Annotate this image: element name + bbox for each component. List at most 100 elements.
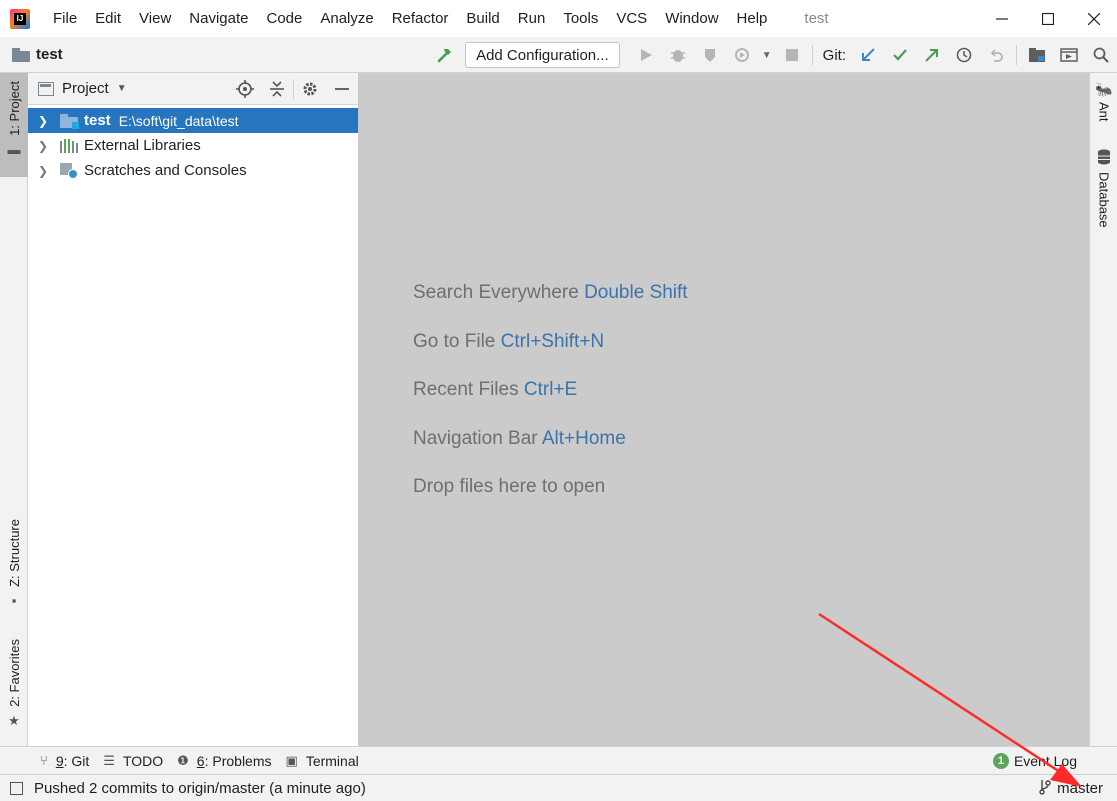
toolbar-actions: Add Configuration... ▼ Git:: [429, 37, 1117, 73]
problems-info-icon: ❶: [177, 752, 189, 768]
tab-structure[interactable]: Z: Structure ▪: [0, 519, 28, 629]
database-icon: [1097, 149, 1111, 168]
maximize-button[interactable]: [1025, 0, 1071, 37]
tool-window-todo-label: TODO: [122, 752, 164, 769]
tree-item-name: External Libraries: [84, 137, 201, 154]
menu-analyze[interactable]: Analyze: [311, 0, 382, 37]
main-menu: File Edit View Navigate Code Analyze Ref…: [44, 0, 776, 37]
hint-shortcut: Ctrl+Shift+N: [500, 330, 605, 352]
minimize-button[interactable]: [979, 0, 1025, 37]
folder-icon: ▬: [7, 141, 21, 157]
git-branch-icon: [1039, 779, 1051, 798]
tree-item-name: test: [84, 112, 111, 129]
debug-icon[interactable]: [662, 37, 694, 73]
menu-help[interactable]: Help: [728, 0, 777, 37]
hint-shortcut: Alt+Home: [541, 427, 626, 449]
collapse-all-icon[interactable]: [261, 73, 293, 105]
minimize-icon: [996, 17, 1008, 20]
locate-file-icon[interactable]: [229, 73, 261, 105]
tool-window-problems-label: : Problems: [204, 752, 272, 769]
chevron-right-icon[interactable]: ❯: [36, 139, 50, 153]
tab-database-label: Database: [1096, 172, 1112, 228]
run-more-chevron-down-icon[interactable]: ▼: [758, 37, 776, 73]
intellij-logo-icon[interactable]: IJ: [10, 8, 30, 29]
git-push-icon[interactable]: [916, 37, 948, 73]
build-hammer-icon[interactable]: [429, 37, 461, 73]
add-configuration-button[interactable]: Add Configuration...: [465, 42, 620, 68]
project-panel: Project ▼ ❯ test E:\soft\git_data\test ❯…: [28, 73, 359, 746]
menu-file[interactable]: File: [44, 0, 86, 37]
structure-icon: ▪: [11, 592, 17, 608]
hint-shortcut: Double Shift: [584, 282, 688, 303]
folder-icon: [12, 47, 30, 62]
menu-edit[interactable]: Edit: [86, 0, 130, 37]
tab-project[interactable]: 1: Project ▬: [0, 73, 28, 177]
status-message[interactable]: Pushed 2 commits to origin/master (a min…: [34, 780, 366, 797]
gear-icon[interactable]: [294, 73, 326, 105]
breadcrumb[interactable]: test: [12, 46, 63, 63]
breadcrumb-project[interactable]: test: [36, 46, 63, 63]
right-tool-strip: 🐜 Ant Database: [1089, 73, 1117, 746]
title-bar: IJ File Edit View Navigate Code Analyze …: [0, 0, 1117, 37]
project-structure-icon[interactable]: [1021, 37, 1053, 73]
window-controls: [979, 0, 1117, 37]
run-anything-icon[interactable]: [1053, 37, 1085, 73]
menu-navigate[interactable]: Navigate: [180, 0, 257, 37]
hint-shortcut: Ctrl+E: [523, 379, 578, 400]
chevron-right-icon[interactable]: ❯: [36, 164, 50, 178]
todo-list-icon: ☰: [103, 752, 115, 768]
toolbar-separator: [1016, 45, 1017, 65]
git-history-clock-icon[interactable]: [948, 37, 980, 73]
tool-window-git-label: : Git: [63, 752, 90, 769]
tree-item-scratches[interactable]: ❯ Scratches and Consoles: [28, 158, 358, 183]
editor-empty-area[interactable]: Search Everywhere Double Shift Go to Fil…: [359, 73, 1089, 746]
menu-tools[interactable]: Tools: [554, 0, 607, 37]
menu-run[interactable]: Run: [509, 0, 555, 37]
run-with-coverage-icon[interactable]: [694, 37, 726, 73]
tool-window-git[interactable]: ⑂ 9: Git: [40, 753, 89, 769]
menu-code[interactable]: Code: [257, 0, 311, 37]
scratches-icon: [60, 162, 78, 179]
tree-item-project-root[interactable]: ❯ test E:\soft\git_data\test: [28, 108, 358, 133]
left-tool-strip: 1: Project ▬ Z: Structure ▪ 2: Favorites…: [0, 73, 28, 746]
tool-window-problems[interactable]: ❶ 6: Problems: [177, 753, 271, 769]
star-icon: ★: [8, 712, 20, 728]
search-icon[interactable]: [1085, 37, 1117, 73]
tree-item-name: Scratches and Consoles: [84, 162, 247, 179]
tool-window-event-log[interactable]: 1 Event Log: [992, 747, 1077, 775]
git-commit-check-icon[interactable]: [884, 37, 916, 73]
tab-ant[interactable]: 🐜 Ant: [1090, 81, 1117, 122]
git-rollback-icon[interactable]: [980, 37, 1012, 73]
chevron-right-icon[interactable]: ❯: [36, 114, 50, 128]
run-icon[interactable]: [630, 37, 662, 73]
tool-window-bar: ⑂ 9: Git ☰ TODO ❶ 6: Problems ▣ Terminal…: [0, 746, 1117, 774]
hint-search-everywhere: Search Everywhere Double Shift: [413, 282, 688, 303]
tool-window-terminal[interactable]: ▣ Terminal: [286, 753, 359, 769]
menu-refactor[interactable]: Refactor: [383, 0, 458, 37]
terminal-icon: ▣: [285, 752, 298, 768]
project-tree: ❯ test E:\soft\git_data\test ❯ External …: [28, 105, 358, 183]
git-update-project-icon[interactable]: [852, 37, 884, 73]
chevron-down-icon: ▼: [116, 83, 127, 94]
git-branch-widget[interactable]: master: [1039, 775, 1103, 801]
profile-icon[interactable]: [726, 37, 758, 73]
maximize-icon: [1042, 12, 1054, 25]
project-panel-header: Project ▼: [28, 73, 358, 105]
menu-vcs[interactable]: VCS: [607, 0, 656, 37]
tree-item-external-libraries[interactable]: ❯ External Libraries: [28, 133, 358, 158]
window-title: test: [804, 10, 829, 27]
tab-database[interactable]: Database: [1090, 149, 1117, 228]
menu-build[interactable]: Build: [457, 0, 508, 37]
status-bar: Pushed 2 commits to origin/master (a min…: [0, 774, 1117, 801]
stop-icon[interactable]: [776, 37, 808, 73]
tab-favorites[interactable]: 2: Favorites ★: [0, 639, 28, 739]
menu-window[interactable]: Window: [656, 0, 727, 37]
event-log-count-badge: 1: [992, 753, 1009, 769]
tool-window-todo[interactable]: ☰ TODO: [103, 753, 163, 769]
hide-panel-minus-icon[interactable]: [326, 73, 358, 105]
project-view-selector[interactable]: Project ▼: [38, 80, 127, 97]
close-button[interactable]: [1071, 0, 1117, 37]
project-panel-actions: [229, 73, 358, 105]
toggle-tool-windows-icon[interactable]: [10, 781, 23, 795]
menu-view[interactable]: View: [130, 0, 180, 37]
